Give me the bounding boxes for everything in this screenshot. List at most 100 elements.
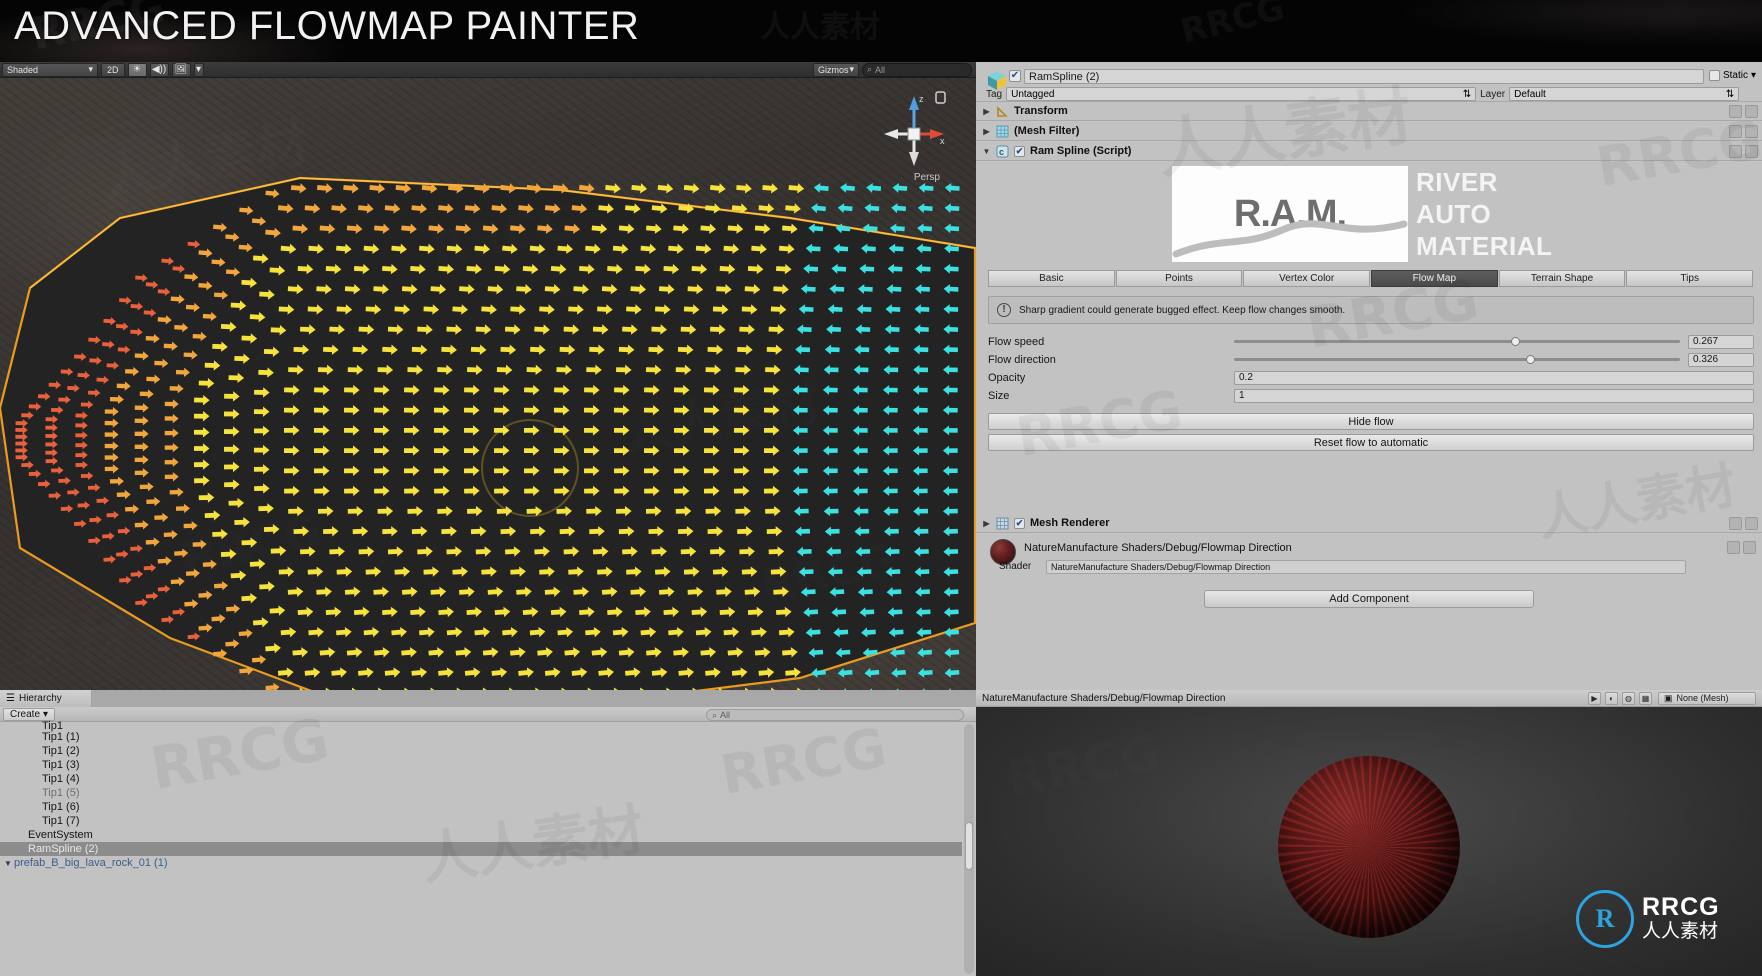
tab-flow-map[interactable]: Flow Map: [1371, 270, 1498, 287]
title-banner: RRCG 人人素材 RRCG ADVANCED FLOWMAP PAINTER: [0, 0, 1762, 62]
hierarchy-list[interactable]: Tip1 Tip1 (1) Tip1 (2) Tip1 (3) Tip1 (4) Tip1…: [0, 720, 962, 976]
flow-direction-slider[interactable]: [1234, 352, 1680, 367]
hierarchy-item[interactable]: RamSpline (2): [0, 842, 962, 856]
rrcg-line1: RRCG: [1642, 893, 1720, 921]
flow-direction-value[interactable]: 0.326: [1688, 352, 1754, 367]
static-checkbox[interactable]: [1708, 70, 1720, 81]
create-button[interactable]: Create ▾: [3, 707, 56, 721]
flow-speed-slider[interactable]: [1234, 334, 1680, 349]
component-mesh-renderer[interactable]: ▶ ✔ Mesh Renderer: [976, 514, 1762, 533]
render-icon[interactable]: ◍: [1622, 691, 1635, 705]
preview-stage[interactable]: R RRCG 人人素材 RRCG: [976, 707, 1762, 976]
sun-icon[interactable]: ☀: [127, 62, 147, 77]
hierarchy-scrollbar[interactable]: [964, 724, 974, 974]
warning-box: ! Sharp gradient could generate bugged e…: [988, 296, 1754, 324]
tab-basic[interactable]: Basic: [988, 270, 1115, 287]
scene-canvas[interactable]: Persp z x 人人素材 RRCG 人人素材 RRCG 素材 RRCG: [0, 78, 976, 690]
hierarchy-item[interactable]: Tip1 (6): [0, 800, 962, 814]
draw-mode-dropdown[interactable]: Shaded ▾: [2, 62, 98, 77]
hierarchy-search-text: All: [720, 710, 731, 720]
image-icon[interactable]: 🖼: [171, 62, 191, 77]
layer-dropdown[interactable]: Default ⇅: [1509, 87, 1740, 101]
chevron-down-icon[interactable]: ▼: [4, 859, 14, 868]
component-name: Transform: [1014, 105, 1068, 117]
watermark-rrcg: RRCG: [1002, 724, 1165, 808]
component-name: Mesh Renderer: [1030, 517, 1110, 529]
reset-flow-button[interactable]: Reset flow to automatic: [988, 434, 1754, 451]
component-mesh-filter[interactable]: ▶ (Mesh Filter): [976, 122, 1762, 141]
hierarchy-panel: ☰ Hierarchy Create ▾ ⌕ All Tip1 Tip1 (1) T…: [0, 690, 976, 976]
chevron-down-icon[interactable]: ▾: [1751, 70, 1756, 81]
hide-flow-button[interactable]: Hide flow: [988, 413, 1754, 430]
component-transform[interactable]: ▶ Transform: [976, 102, 1762, 121]
hierarchy-item[interactable]: Tip1 (3): [0, 758, 962, 772]
mesh-filter-icon: [996, 125, 1009, 137]
foldout-icon[interactable]: ▶: [982, 107, 991, 116]
hierarchy-search-input[interactable]: ⌕ All: [706, 709, 964, 721]
chevron-down-icon[interactable]: ▾: [193, 62, 204, 77]
foldout-icon[interactable]: ▼: [982, 147, 991, 156]
material-name[interactable]: NatureManufacture Shaders/Debug/Flowmap …: [1024, 542, 1292, 554]
preview-mesh-label: None (Mesh): [1676, 693, 1729, 703]
light-icon[interactable]: ◐: [1605, 691, 1618, 705]
flow-speed-label: Flow speed: [988, 335, 1045, 348]
foldout-icon[interactable]: ▶: [982, 519, 991, 528]
tab-vertex-color[interactable]: Vertex Color: [1243, 270, 1371, 287]
object-name-field[interactable]: RamSpline (2): [1024, 69, 1704, 84]
ram-word-material: MATERIAL: [1416, 231, 1553, 261]
property-flow-speed: Flow speed 0.267: [988, 334, 1754, 349]
component-name: Ram Spline (Script): [1030, 145, 1132, 157]
play-icon[interactable]: ▶: [1588, 691, 1601, 705]
scene-search-input[interactable]: ⌕ All: [862, 62, 972, 77]
scrollbar-thumb[interactable]: [965, 822, 973, 870]
preview-sphere[interactable]: [1278, 755, 1460, 938]
flow-speed-value[interactable]: 0.267: [1688, 334, 1754, 349]
component-ram-spline[interactable]: ▼ c ✔ Ram Spline (Script): [976, 142, 1762, 161]
component-enabled-checkbox[interactable]: ✔: [1014, 145, 1025, 157]
slider-knob[interactable]: [1526, 355, 1536, 364]
hierarchy-item-label: Tip1 (4): [42, 773, 80, 785]
slider-knob[interactable]: [1510, 337, 1520, 346]
shader-dropdown[interactable]: NatureManufacture Shaders/Debug/Flowmap …: [1046, 560, 1686, 574]
component-actions[interactable]: [1729, 144, 1762, 158]
tab-hierarchy[interactable]: ☰ Hierarchy: [0, 690, 92, 707]
tab-terrain-shape[interactable]: Terrain Shape: [1498, 270, 1626, 287]
view-gizmo[interactable]: z x: [878, 88, 950, 172]
projection-label[interactable]: Persp: [914, 172, 940, 183]
gizmos-dropdown[interactable]: Gizmos ▾: [813, 62, 859, 77]
component-actions[interactable]: [1729, 104, 1762, 118]
hierarchy-item[interactable]: Tip1 (1): [0, 730, 962, 744]
hierarchy-item[interactable]: ▼ prefab_B_big_lava_rock_01 (1): [0, 856, 962, 870]
hierarchy-item[interactable]: Tip1 (7): [0, 814, 962, 828]
page-title: ADVANCED FLOWMAP PAINTER: [14, 4, 640, 48]
speaker-icon[interactable]: ◀)): [149, 62, 169, 77]
hierarchy-item-label: Tip1 (6): [42, 801, 80, 813]
size-field[interactable]: 1: [1234, 388, 1754, 403]
foldout-icon[interactable]: ▶: [982, 127, 991, 136]
add-component-button[interactable]: Add Component: [1204, 590, 1534, 608]
tab-points[interactable]: Points: [1115, 270, 1243, 287]
hierarchy-item[interactable]: Tip1 (2): [0, 744, 962, 758]
hierarchy-item[interactable]: EventSystem: [0, 828, 962, 842]
preview-mesh-dropdown[interactable]: ▣ None (Mesh): [1658, 691, 1756, 705]
2d-toggle-button[interactable]: 2D: [101, 62, 125, 77]
object-enabled-checkbox[interactable]: ✔: [1009, 70, 1021, 82]
slider-track: [1234, 340, 1680, 343]
hierarchy-item[interactable]: Tip1 (4): [0, 772, 962, 786]
menu-icon: [1743, 541, 1756, 554]
mesh-renderer-enabled-checkbox[interactable]: ✔: [1014, 517, 1025, 529]
hierarchy-item[interactable]: Tip1: [0, 720, 962, 732]
rrcg-watermark-logo: R RRCG 人人素材: [1576, 888, 1744, 954]
component-actions[interactable]: [1729, 124, 1762, 138]
draw-mode-label: Shaded: [7, 64, 39, 75]
static-toggle[interactable]: Static ▾: [1708, 70, 1756, 81]
grid-icon[interactable]: ▦: [1639, 691, 1652, 705]
flow-direction-label: Flow direction: [988, 353, 1056, 366]
hierarchy-item[interactable]: Tip1 (5): [0, 786, 962, 800]
opacity-field[interactable]: 0.2: [1234, 370, 1754, 385]
tab-tips[interactable]: Tips: [1626, 270, 1754, 287]
tag-dropdown[interactable]: Untagged ⇅: [1006, 87, 1477, 101]
component-actions[interactable]: [1729, 516, 1762, 530]
hierarchy-item-label: Tip1 (3): [42, 759, 80, 771]
material-actions[interactable]: [1727, 541, 1756, 554]
